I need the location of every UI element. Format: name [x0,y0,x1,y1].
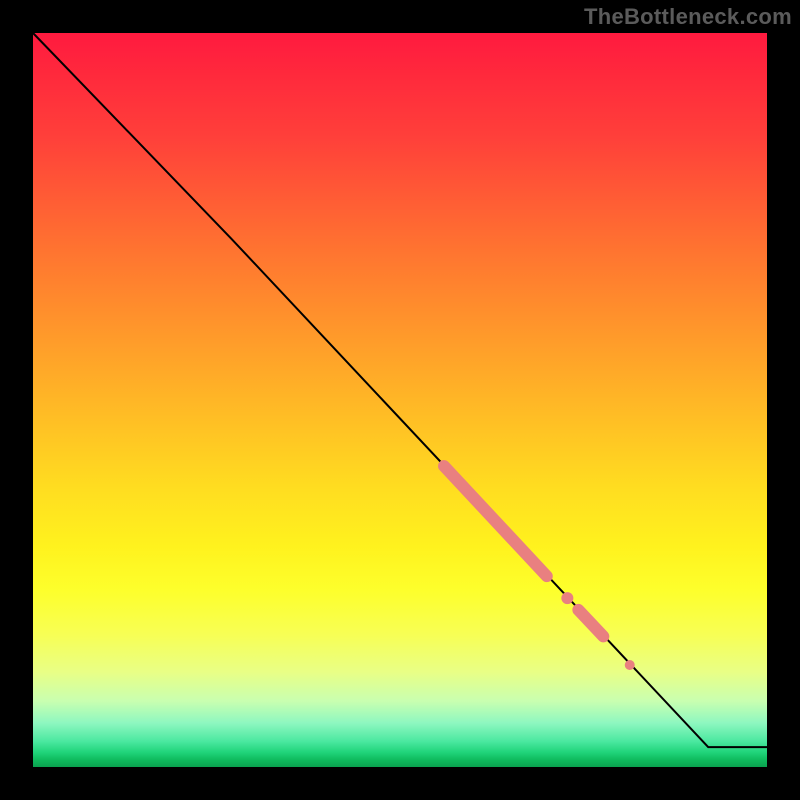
chart-overlay [33,33,767,767]
watermark-text: TheBottleneck.com [584,4,792,30]
segment-c [578,610,603,636]
plot-area [33,33,767,767]
curve-line [33,33,767,747]
dot-d [625,660,635,670]
dot-b [561,592,573,604]
chart-frame: TheBottleneck.com [0,0,800,800]
segment-a [444,466,547,576]
